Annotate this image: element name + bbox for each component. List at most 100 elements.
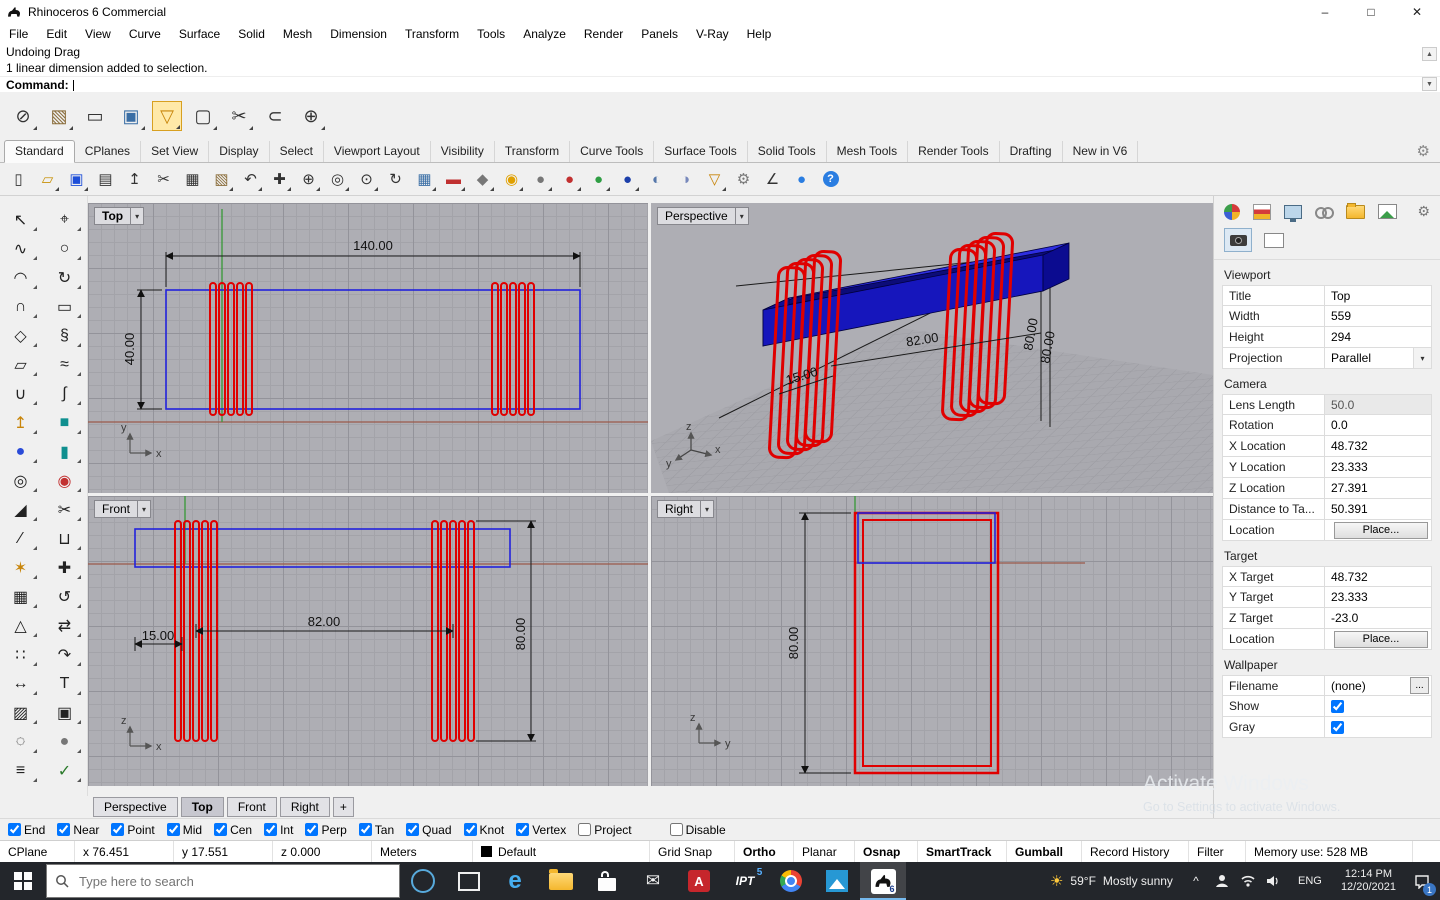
- select-pointer-button[interactable]: ↖: [3, 206, 39, 233]
- task-view-button[interactable]: [446, 862, 492, 900]
- menu-analyze[interactable]: Analyze: [514, 27, 575, 41]
- menu-file[interactable]: File: [0, 27, 37, 41]
- scroll-down-icon[interactable]: ▼: [1422, 77, 1437, 91]
- maximize-button[interactable]: □: [1348, 0, 1394, 24]
- surface-button[interactable]: ▱: [3, 351, 39, 378]
- properties-tab[interactable]: [1224, 203, 1240, 220]
- osnap-end-checkbox[interactable]: [8, 823, 21, 836]
- store-button[interactable]: [584, 862, 630, 900]
- viewport-right[interactable]: 80.00 z y Right ▾: [651, 496, 1213, 786]
- tab-transform[interactable]: Transform: [495, 141, 571, 162]
- layer-color-swatch[interactable]: [481, 846, 492, 857]
- dimension-button[interactable]: ↔: [3, 670, 39, 697]
- start-button[interactable]: [0, 862, 46, 900]
- extrude-button[interactable]: ↥: [3, 409, 39, 436]
- vptab-top[interactable]: Top: [180, 797, 224, 817]
- scale-button[interactable]: △: [3, 612, 39, 639]
- origin-button[interactable]: ⊕: [296, 101, 326, 131]
- named-view-button[interactable]: ▬: [441, 167, 466, 192]
- viewport-menu-arrow-icon[interactable]: ▾: [734, 208, 748, 224]
- circle-button[interactable]: ○: [47, 235, 83, 262]
- new-file-button[interactable]: ▯: [6, 167, 31, 192]
- chrome-button[interactable]: [768, 862, 814, 900]
- mail-button[interactable]: ✉: [630, 862, 676, 900]
- revolve-button[interactable]: ↻: [47, 264, 83, 291]
- selection-filter-button[interactable]: ▽: [152, 101, 182, 131]
- detail-tab[interactable]: [1260, 228, 1288, 252]
- viewport-title-front[interactable]: Front ▾: [94, 500, 152, 518]
- statusbar-smarttrack[interactable]: SmartTrack: [918, 841, 1007, 862]
- mirror-button[interactable]: ⇄: [47, 612, 83, 639]
- undo-button[interactable]: ↶: [238, 167, 263, 192]
- action-center-button[interactable]: 1: [1404, 862, 1440, 900]
- lock-button[interactable]: ●: [47, 728, 83, 755]
- statusbar-osnap[interactable]: Osnap: [855, 841, 918, 862]
- viewport-menu-arrow-icon[interactable]: ▾: [137, 501, 150, 517]
- earth-button[interactable]: ●: [789, 167, 814, 192]
- block-button[interactable]: ▣: [47, 699, 83, 726]
- move-button[interactable]: ✚: [47, 554, 83, 581]
- menu-transform[interactable]: Transform: [396, 27, 468, 41]
- minimize-button[interactable]: –: [1302, 0, 1348, 24]
- osnap-perp[interactable]: Perp: [305, 823, 347, 837]
- tab-render-tools[interactable]: Render Tools: [908, 141, 1000, 162]
- viewport-perspective[interactable]: 82.00 15.00 80.00 80.00 z y x Perspectiv…: [651, 203, 1213, 493]
- file-explorer-button[interactable]: [538, 862, 584, 900]
- viewport-camera-tab[interactable]: [1224, 228, 1252, 252]
- cut-button[interactable]: ✂: [151, 167, 176, 192]
- tab-surface-tools[interactable]: Surface Tools: [654, 141, 748, 162]
- prop-projection-value[interactable]: Parallel: [1331, 351, 1371, 365]
- statusbar-cplane[interactable]: CPlane: [0, 841, 75, 862]
- sphere-button[interactable]: ●: [3, 438, 39, 465]
- menu-vray[interactable]: V-Ray: [687, 27, 738, 41]
- vptab-add-button[interactable]: +: [332, 797, 354, 817]
- array-button[interactable]: ∷: [3, 641, 39, 668]
- tab-mesh-tools[interactable]: Mesh Tools: [827, 141, 909, 162]
- statusbar-grid-snap[interactable]: Grid Snap: [650, 841, 735, 862]
- toolbar-gear-icon[interactable]: ⚙: [1417, 142, 1430, 160]
- zoom-window-button[interactable]: ⊙: [354, 167, 379, 192]
- light-button[interactable]: ◉: [499, 167, 524, 192]
- search-input[interactable]: [77, 872, 399, 890]
- pipe-button[interactable]: ◎: [3, 467, 39, 494]
- hide-button[interactable]: ◌: [3, 728, 39, 755]
- fillet-button[interactable]: ◢: [3, 496, 39, 523]
- osnap-point-checkbox[interactable]: [111, 823, 125, 836]
- right-viewport-canvas[interactable]: 80.00 z y: [651, 496, 1213, 786]
- target-place-button[interactable]: Place...: [1334, 630, 1428, 648]
- intersect-button[interactable]: ∩: [3, 293, 39, 320]
- rectangle-button[interactable]: ▭: [47, 293, 83, 320]
- network-button[interactable]: [1235, 862, 1261, 900]
- viewport-menu-arrow-icon[interactable]: ▾: [130, 208, 143, 224]
- osnap-vertex-checkbox[interactable]: [516, 823, 530, 836]
- display-tab[interactable]: [1284, 204, 1302, 222]
- wallpaper-show-checkbox[interactable]: [1331, 699, 1344, 713]
- help-button[interactable]: ?: [818, 167, 843, 192]
- xray-button[interactable]: ◑: [673, 167, 698, 192]
- box-button[interactable]: ■: [47, 409, 83, 436]
- taskbar-weather[interactable]: ☀ 59°F Mostly sunny: [1040, 872, 1183, 890]
- tab-visibility[interactable]: Visibility: [431, 141, 495, 162]
- statusbar-record-history[interactable]: Record History: [1082, 841, 1189, 862]
- prop-rotation-value[interactable]: 0.0: [1325, 415, 1431, 435]
- statusbar-gumball[interactable]: Gumball: [1007, 841, 1082, 862]
- osnap-quad-checkbox[interactable]: [406, 823, 420, 836]
- menu-curve[interactable]: Curve: [120, 27, 170, 41]
- osnap-cen[interactable]: Cen: [214, 823, 252, 837]
- osnap-end[interactable]: End: [8, 823, 45, 837]
- camera-place-button[interactable]: Place...: [1334, 521, 1428, 539]
- prop-yloc-value[interactable]: 23.333: [1325, 457, 1431, 477]
- selection-filter-button[interactable]: ▽: [702, 167, 727, 192]
- osnap-vertex[interactable]: Vertex: [516, 823, 566, 837]
- wallpaper-gray-checkbox[interactable]: [1331, 720, 1344, 734]
- image-frame-button[interactable]: ▭: [80, 101, 110, 131]
- menu-tools[interactable]: Tools: [468, 27, 514, 41]
- open-file-button[interactable]: ▱: [35, 167, 60, 192]
- tab-viewport-layout[interactable]: Viewport Layout: [324, 141, 431, 162]
- osnap-knot-checkbox[interactable]: [463, 823, 477, 836]
- offset-button[interactable]: ⊔: [47, 525, 83, 552]
- export-button[interactable]: ↥: [122, 167, 147, 192]
- osnap-mid-checkbox[interactable]: [166, 823, 180, 836]
- osnap-project[interactable]: Project: [578, 823, 632, 837]
- top-viewport-canvas[interactable]: 140.00 40.00 y x: [88, 203, 648, 493]
